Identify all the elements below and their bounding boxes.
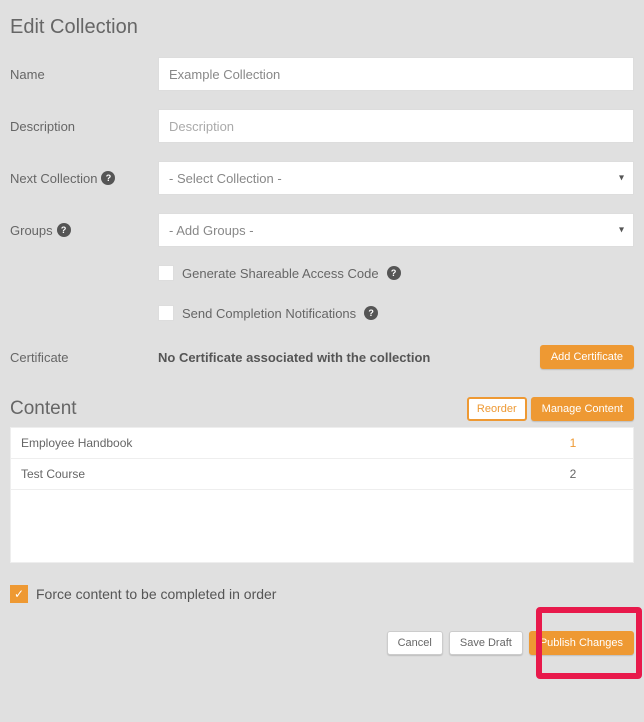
publish-changes-button[interactable]: Publish Changes — [529, 631, 634, 655]
generate-code-label: Generate Shareable Access Code — [182, 266, 379, 281]
content-section-title: Content — [10, 398, 467, 420]
content-item-count: 2 — [523, 467, 623, 481]
help-icon[interactable]: ? — [364, 306, 378, 320]
next-collection-label: Next Collection — [10, 171, 97, 186]
force-order-label: Force content to be completed in order — [36, 586, 276, 602]
groups-select[interactable]: - Add Groups - — [158, 213, 634, 247]
reorder-button[interactable]: Reorder — [467, 397, 527, 421]
manage-content-button[interactable]: Manage Content — [531, 397, 634, 421]
help-icon[interactable]: ? — [101, 171, 115, 185]
send-notifications-checkbox[interactable] — [158, 305, 174, 321]
description-label: Description — [10, 119, 150, 134]
help-icon[interactable]: ? — [387, 266, 401, 280]
content-item-count[interactable]: 1 — [523, 436, 623, 450]
name-label: Name — [10, 67, 150, 82]
name-input[interactable] — [158, 57, 634, 91]
description-input[interactable] — [158, 109, 634, 143]
certificate-status-text: No Certificate associated with the colle… — [158, 350, 540, 365]
next-collection-select[interactable]: - Select Collection - — [158, 161, 634, 195]
content-item-name: Test Course — [21, 467, 523, 481]
content-item-name: Employee Handbook — [21, 436, 523, 450]
generate-code-checkbox[interactable] — [158, 265, 174, 281]
page-title: Edit Collection — [10, 16, 634, 39]
table-row: Test Course 2 — [11, 459, 633, 490]
certificate-label: Certificate — [10, 350, 158, 365]
help-icon[interactable]: ? — [57, 223, 71, 237]
add-certificate-button[interactable]: Add Certificate — [540, 345, 634, 369]
content-table: Employee Handbook 1 Test Course 2 — [10, 427, 634, 563]
table-row: Employee Handbook 1 — [11, 428, 633, 459]
force-order-checkbox[interactable]: ✓ — [10, 585, 28, 603]
save-draft-button[interactable]: Save Draft — [449, 631, 523, 655]
groups-label: Groups — [10, 223, 53, 238]
send-notifications-label: Send Completion Notifications — [182, 306, 356, 321]
cancel-button[interactable]: Cancel — [387, 631, 443, 655]
